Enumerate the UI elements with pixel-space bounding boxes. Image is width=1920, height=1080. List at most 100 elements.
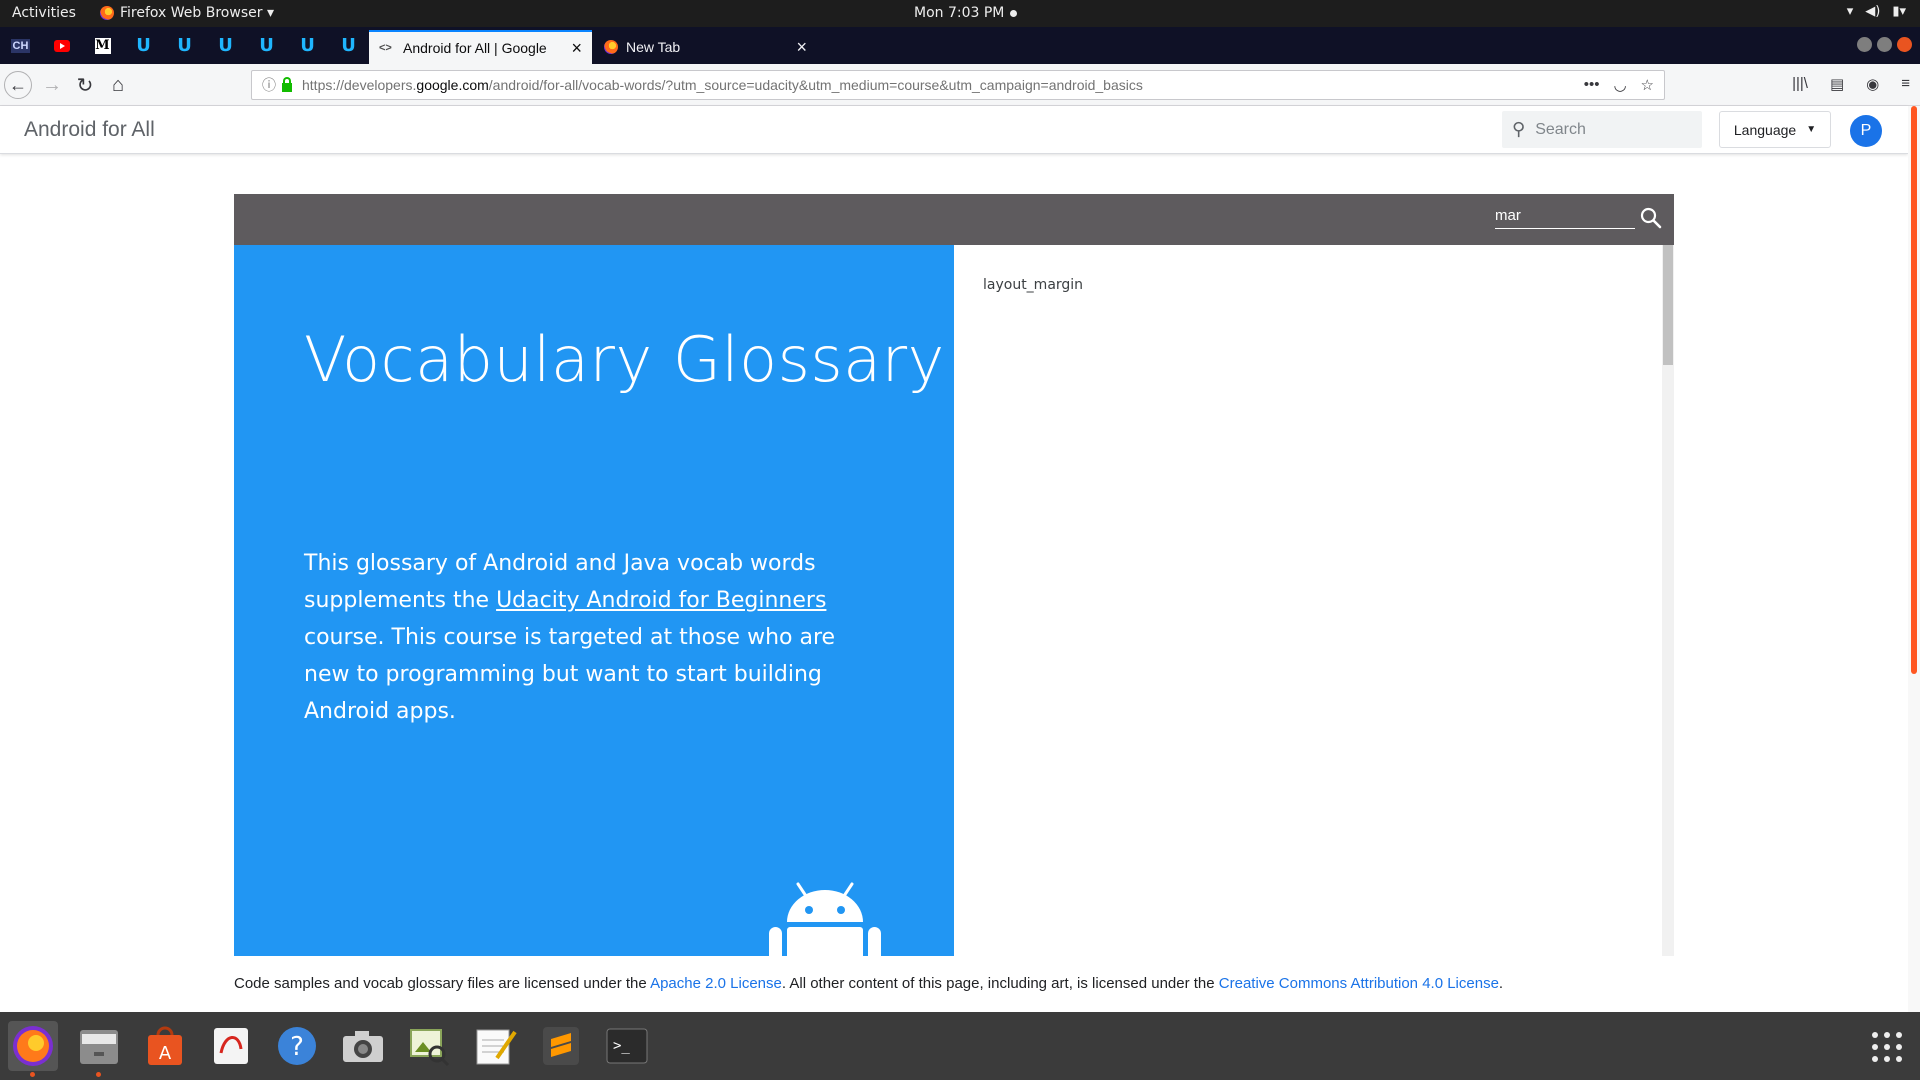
avatar[interactable]: P	[1850, 115, 1882, 147]
glossary-scrollbar[interactable]	[1662, 245, 1674, 956]
udacity-icon: U	[177, 35, 192, 56]
dock: A ? >_	[0, 1012, 1920, 1080]
glossary-search-input[interactable]	[1495, 203, 1635, 228]
clock[interactable]: Mon 7:03 PM	[914, 5, 1018, 21]
glossary-scrollbar-thumb[interactable]	[1663, 245, 1673, 365]
dock-screenshot[interactable]	[338, 1021, 388, 1071]
close-window-icon[interactable]	[1897, 37, 1912, 52]
glossary-results-panel: layout_margin	[954, 245, 1662, 956]
url-host: google.com	[416, 77, 489, 93]
dock-sublime-text[interactable]	[536, 1021, 586, 1071]
medium-icon: M	[94, 37, 111, 54]
glossary-toolbar	[234, 194, 1674, 245]
image-viewer-icon	[410, 1029, 450, 1067]
running-indicator	[96, 1072, 101, 1077]
close-icon[interactable]: ×	[796, 37, 807, 58]
firefox-icon	[13, 1026, 53, 1066]
menu-icon[interactable]: ≡	[1901, 75, 1910, 93]
udacity-icon: U	[218, 35, 233, 56]
pinned-tab-medium[interactable]: M	[82, 27, 123, 64]
pinned-tab-udacity-2[interactable]: U	[164, 27, 205, 64]
pinned-tab-udacity-1[interactable]: U	[123, 27, 164, 64]
search-icon: ⚲	[1512, 119, 1526, 139]
pinned-tab-youtube[interactable]	[41, 27, 82, 64]
pinned-tab-udacity-5[interactable]: U	[287, 27, 328, 64]
tab-label: New Tab	[626, 39, 681, 55]
youtube-icon	[53, 39, 70, 52]
bookmark-star-icon[interactable]: ☆	[1641, 76, 1654, 94]
app-menu[interactable]: Firefox Web Browser ▾	[100, 5, 274, 21]
dock-document-viewer[interactable]	[206, 1021, 256, 1071]
files-icon	[80, 1030, 118, 1064]
glossary-description: This glossary of Android and Java vocab …	[304, 545, 884, 730]
svg-text:A: A	[159, 1043, 172, 1064]
library-icon[interactable]: |||\	[1792, 75, 1808, 93]
glossary-search-field[interactable]	[1495, 203, 1635, 229]
tab-android-for-all[interactable]: <> Android for All | Google ×	[369, 30, 592, 64]
back-button[interactable]: ←	[4, 71, 32, 99]
firefox-icon	[604, 40, 618, 54]
site-title[interactable]: Android for All	[24, 118, 155, 142]
pinned-tab-udacity-6[interactable]: U	[328, 27, 369, 64]
minimize-icon[interactable]	[1857, 37, 1872, 52]
svg-text:?: ?	[290, 1032, 304, 1062]
udacity-course-link[interactable]: Udacity Android for Beginners	[496, 588, 826, 613]
sidebar-icon[interactable]: ▤	[1830, 75, 1844, 93]
glossary-result-item[interactable]: layout_margin	[983, 277, 1083, 293]
pinned-tab-udacity-3[interactable]: U	[205, 27, 246, 64]
gnome-top-bar: Activities Firefox Web Browser ▾ Mon 7:0…	[0, 0, 1920, 27]
close-icon[interactable]: ×	[571, 38, 582, 59]
page-actions-icon[interactable]: •••	[1584, 76, 1600, 94]
show-applications-icon[interactable]	[1872, 1032, 1902, 1062]
navigation-toolbar: ← → ↻ ⌂ ⓘ https://developers.google.com/…	[0, 64, 1920, 106]
page-scrollbar-thumb[interactable]	[1911, 106, 1917, 674]
home-button[interactable]: ⌂	[104, 71, 132, 99]
arrow-right-icon: →	[42, 73, 62, 96]
udacity-icon: U	[341, 35, 356, 56]
cc-license-link[interactable]: Creative Commons Attribution 4.0 License	[1219, 975, 1499, 992]
dock-image-viewer[interactable]	[404, 1021, 454, 1071]
url-text: https://developers.google.com/android/fo…	[302, 77, 1143, 93]
dock-text-editor[interactable]	[470, 1021, 520, 1071]
glossary-heading: Vocabulary Glossary	[304, 323, 945, 396]
system-tray[interactable]: ▾ ◀) ▮▾	[1847, 4, 1906, 19]
url-bar[interactable]: ⓘ https://developers.google.com/android/…	[251, 70, 1665, 100]
footer-text: .	[1498, 975, 1504, 992]
tab-new-tab[interactable]: New Tab ×	[594, 30, 817, 64]
footer-text: . All other content of this page, includ…	[781, 975, 1219, 992]
apache-license-link[interactable]: Apache 2.0 License	[650, 975, 782, 992]
dock-files[interactable]	[74, 1021, 124, 1077]
site-header: Android for All ⚲ Search Language ▼ P	[0, 106, 1908, 154]
udacity-icon: U	[136, 35, 151, 56]
reload-button[interactable]: ↻	[71, 71, 99, 99]
udacity-icon: U	[300, 35, 315, 56]
pocket-icon[interactable]: ◡	[1613, 76, 1626, 94]
text-editor-icon	[476, 1029, 517, 1065]
software-center-icon: A	[148, 1026, 182, 1065]
dock-software-center[interactable]: A	[140, 1021, 190, 1071]
pinned-tab-udacity-4[interactable]: U	[246, 27, 287, 64]
page-scrollbar[interactable]	[1908, 106, 1920, 1012]
screenshot-icon	[343, 1031, 383, 1062]
search-icon[interactable]	[1639, 206, 1663, 230]
reload-icon: ↻	[76, 74, 94, 97]
notification-dot-icon	[1010, 9, 1018, 17]
ch-icon: CH	[10, 38, 31, 53]
pinned-tab-ch[interactable]: CH	[0, 27, 41, 64]
url-prefix: https://developers.	[302, 77, 417, 93]
home-icon: ⌂	[111, 73, 125, 96]
language-label: Language	[1733, 121, 1797, 138]
activities-button[interactable]: Activities	[12, 5, 76, 21]
info-icon[interactable]: ⓘ	[262, 75, 276, 95]
dock-firefox[interactable]	[8, 1021, 58, 1077]
account-icon[interactable]: ◉	[1866, 75, 1879, 93]
dock-help[interactable]: ?	[272, 1021, 322, 1071]
dropdown-caret-icon: ▼	[1806, 124, 1817, 135]
dock-terminal[interactable]: >_	[602, 1021, 652, 1071]
site-search[interactable]: ⚲ Search	[1502, 111, 1702, 148]
forward-button[interactable]: →	[38, 71, 66, 99]
site-search-placeholder: Search	[1535, 120, 1586, 138]
app-menu-label: Firefox Web Browser ▾	[120, 5, 274, 21]
maximize-icon[interactable]	[1877, 37, 1892, 52]
language-button[interactable]: Language ▼	[1719, 111, 1831, 148]
